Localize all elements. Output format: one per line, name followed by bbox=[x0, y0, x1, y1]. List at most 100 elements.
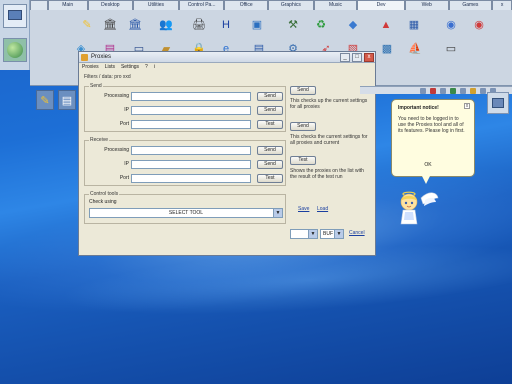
tab-music[interactable]: Music bbox=[313, 0, 358, 10]
tab-main[interactable]: Main bbox=[47, 0, 88, 10]
ship-icon[interactable]: ⛵ bbox=[406, 40, 424, 58]
launcher-monitor-button[interactable] bbox=[3, 4, 27, 28]
tab-dev[interactable]: Dev bbox=[357, 0, 405, 10]
menu-info[interactable]: i bbox=[154, 63, 155, 72]
section-label: Filters / data: pro xxd bbox=[84, 74, 131, 80]
toolbar-pencil-button[interactable]: ✎ bbox=[36, 90, 54, 110]
format-select[interactable]: BUF ▼ bbox=[320, 229, 344, 239]
tray-clock-icon[interactable] bbox=[480, 88, 486, 94]
side-panel-button[interactable] bbox=[487, 92, 509, 114]
notification-ok-button[interactable]: OK bbox=[419, 161, 437, 169]
ip-input-2[interactable] bbox=[131, 160, 251, 169]
processing-input[interactable] bbox=[131, 92, 251, 101]
pencil-icon: ✎ bbox=[40, 94, 50, 107]
chevron-down-icon: ▼ bbox=[334, 230, 343, 238]
bank-blue-icon[interactable]: 🏛 bbox=[126, 16, 144, 34]
processing-input-2[interactable] bbox=[131, 146, 251, 155]
angel-mascot-icon[interactable] bbox=[395, 186, 439, 228]
send-group-label: Send bbox=[89, 83, 103, 89]
tab-web[interactable]: Web bbox=[404, 0, 449, 10]
display-icon[interactable]: ▭ bbox=[442, 40, 460, 58]
tray-volume-icon[interactable] bbox=[440, 88, 446, 94]
processing-label: Processing bbox=[104, 93, 129, 99]
tab-desktop[interactable]: Desktop bbox=[87, 0, 134, 10]
tab-games[interactable]: Games bbox=[448, 0, 493, 10]
tray-display-icon[interactable] bbox=[460, 88, 466, 94]
people-icon[interactable]: 👥 bbox=[157, 16, 175, 34]
processing-label-2: Processing bbox=[104, 147, 129, 153]
computer-icon bbox=[492, 98, 504, 108]
notification-title: Important notice! bbox=[398, 105, 439, 111]
tool-select-value: SELECT TOOL bbox=[168, 210, 204, 216]
cube-icon[interactable]: ◆ bbox=[344, 16, 362, 34]
network-icon[interactable]: ▩ bbox=[378, 40, 396, 58]
tab-utilities[interactable]: Utilities bbox=[133, 0, 179, 10]
toolbar-doc-button[interactable]: ▤ bbox=[58, 90, 76, 110]
ip-send-button[interactable]: Send bbox=[257, 106, 283, 115]
h-icon[interactable]: H bbox=[217, 16, 235, 34]
globe-icon bbox=[7, 42, 23, 58]
mini-select-left[interactable]: ▼ bbox=[290, 229, 318, 239]
port-test-button-2[interactable]: Test bbox=[257, 174, 283, 183]
ip-send-button-2[interactable]: Send bbox=[257, 160, 283, 169]
cancel-link[interactable]: Cancel bbox=[349, 230, 365, 237]
minimize-button[interactable]: _ bbox=[340, 53, 350, 62]
tab-graphics[interactable]: Graphics bbox=[268, 0, 314, 10]
show-results-description: Shows the proxies on the list with the r… bbox=[290, 168, 364, 180]
port-test-button[interactable]: Test bbox=[257, 120, 283, 129]
check-current-send-button[interactable]: Send bbox=[290, 122, 316, 131]
menu-settings[interactable]: Settings bbox=[121, 63, 139, 72]
notification-close-button[interactable]: x bbox=[464, 103, 470, 109]
port-input-2[interactable] bbox=[131, 174, 251, 183]
paint-icon[interactable]: ▲ bbox=[377, 16, 395, 34]
window-titlebar[interactable]: Proxies _ □ x bbox=[79, 52, 375, 63]
port-label-2: Port bbox=[119, 175, 129, 181]
menu-proxies[interactable]: Proxies bbox=[82, 63, 99, 72]
tray-alert-icon[interactable] bbox=[430, 88, 436, 94]
world-icon[interactable]: ◉ bbox=[470, 16, 488, 34]
load-link[interactable]: Load bbox=[317, 206, 328, 213]
tray-status-icon[interactable] bbox=[450, 88, 456, 94]
palette-close-button[interactable]: x bbox=[492, 0, 512, 10]
tray-network-icon[interactable] bbox=[420, 88, 426, 94]
check-current-description: This checks the current settings for all… bbox=[290, 134, 368, 146]
receive-group: Receive Processing Send IP Send Port Tes… bbox=[84, 137, 286, 186]
tab-office[interactable]: Office bbox=[224, 0, 269, 10]
printer-icon[interactable]: 🖨 bbox=[190, 16, 208, 34]
document-icon: ▤ bbox=[61, 94, 73, 107]
menu-help[interactable]: ? bbox=[145, 63, 148, 72]
tool-select[interactable]: SELECT TOOL ▼ bbox=[89, 208, 283, 218]
app-icon bbox=[81, 54, 88, 61]
bank-icon[interactable]: 🏛 bbox=[101, 16, 119, 34]
tools-icon[interactable]: ⚒ bbox=[284, 16, 302, 34]
globe-icon[interactable]: ◉ bbox=[442, 16, 460, 34]
proxies-window: Proxies _ □ x Proxies Lists Settings ? i… bbox=[78, 51, 376, 256]
control-tools-label: Control tools bbox=[89, 191, 120, 197]
tray-folder-icon[interactable] bbox=[470, 88, 476, 94]
check-all-send-button[interactable]: Send bbox=[290, 86, 316, 95]
ip-label-2: IP bbox=[124, 161, 129, 167]
launcher-globe-button[interactable] bbox=[3, 38, 27, 62]
notification-balloon: Important notice! x You need to be logge… bbox=[391, 99, 475, 184]
chevron-down-icon: ▼ bbox=[273, 209, 282, 217]
control-tools-group: Control tools Check using SELECT TOOL ▼ bbox=[84, 191, 286, 224]
processing-send-button-2[interactable]: Send bbox=[257, 146, 283, 155]
save-link[interactable]: Save bbox=[298, 206, 309, 213]
ip-label: IP bbox=[124, 107, 129, 113]
port-label: Port bbox=[119, 121, 129, 127]
recycle-icon[interactable]: ♻ bbox=[312, 16, 330, 34]
port-input[interactable] bbox=[131, 120, 251, 129]
ip-input[interactable] bbox=[131, 106, 251, 115]
close-button[interactable]: x bbox=[364, 53, 374, 62]
format-select-value: BUF bbox=[323, 231, 333, 237]
chevron-down-icon: ▼ bbox=[308, 230, 317, 238]
tab-control-panel[interactable]: Control Pa... bbox=[178, 0, 225, 10]
show-results-test-button[interactable]: Test bbox=[290, 156, 316, 165]
receive-group-label: Receive bbox=[89, 137, 110, 143]
edit-icon[interactable]: ✎ bbox=[78, 16, 96, 34]
processing-send-button[interactable]: Send bbox=[257, 92, 283, 101]
chart-icon[interactable]: ▦ bbox=[405, 16, 423, 34]
maximize-button[interactable]: □ bbox=[352, 53, 362, 62]
menu-lists[interactable]: Lists bbox=[105, 63, 115, 72]
window-icon[interactable]: ▣ bbox=[248, 16, 266, 34]
